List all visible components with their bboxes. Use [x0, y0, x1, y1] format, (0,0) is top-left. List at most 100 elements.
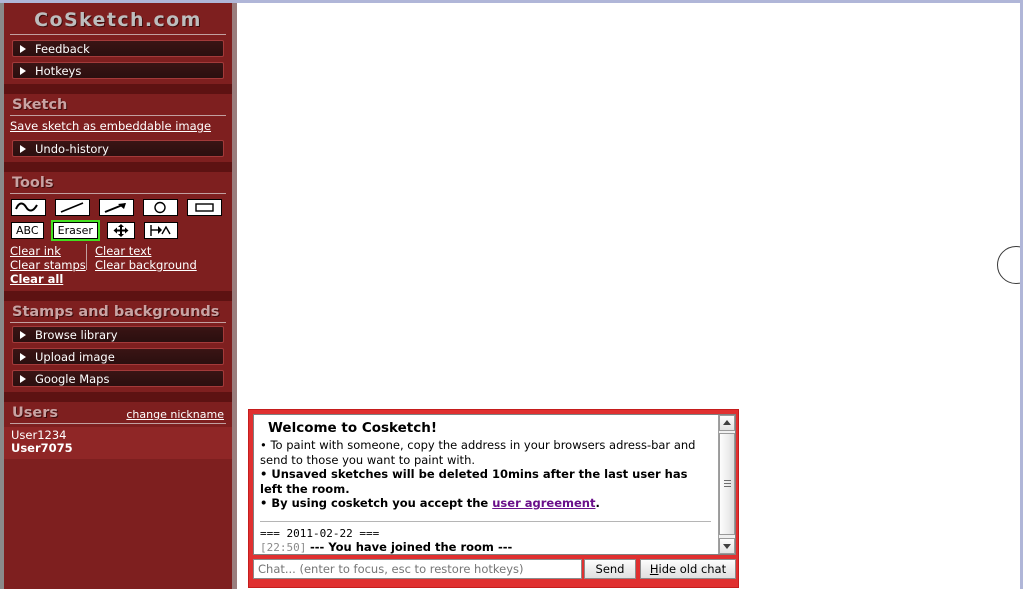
sidebar-item-feedback[interactable]: Feedback: [12, 40, 224, 57]
undo-history-button[interactable]: Undo-history: [12, 140, 224, 157]
grip-icon: [724, 480, 731, 487]
clear-links-divider: [86, 244, 87, 270]
agreement-prefix: • By using cosketch you accept the: [260, 496, 493, 510]
browse-library-button[interactable]: Browse library: [12, 326, 224, 343]
chat-timestamp: [22:50]: [260, 540, 307, 554]
section-spacer: [4, 84, 232, 94]
arrow-icon: [104, 203, 127, 213]
sidebar-item-label: Browse library: [35, 328, 118, 342]
circle-icon: [154, 201, 166, 214]
line-icon: [60, 202, 84, 213]
text-tool-button[interactable]: ABC: [11, 222, 44, 239]
dash-right: ---: [497, 539, 513, 554]
clear-background-link[interactable]: Clear background: [95, 258, 197, 272]
section-divider: [10, 193, 226, 194]
section-spacer: [4, 162, 232, 172]
section-divider: [10, 423, 226, 424]
agreement-suffix: .: [595, 496, 600, 510]
triangle-right-icon: [20, 353, 26, 361]
eraser-tool-button[interactable]: Eraser: [50, 220, 100, 241]
tool-row-shapes: [4, 197, 232, 218]
clear-stamps-link[interactable]: Clear stamps: [10, 258, 86, 272]
hide-old-chat-button[interactable]: Hide old chat: [640, 559, 736, 579]
users-list: User1234 User7075: [4, 427, 232, 459]
eraser-circle-cursor: [997, 246, 1020, 284]
freehand-tool-button[interactable]: [11, 199, 46, 216]
section-heading-stamps: Stamps and backgrounds: [12, 304, 220, 320]
hide-rest: ide old chat: [658, 562, 727, 576]
save-sketch-link[interactable]: Save sketch as embeddable image: [10, 119, 211, 133]
squiggle-icon: [15, 202, 38, 212]
triangle-right-icon: [20, 67, 26, 75]
chat-join-text: --- You have joined the room ---: [310, 540, 512, 554]
change-nickname-link[interactable]: change nickname: [126, 408, 224, 421]
clear-links-right: Clear text Clear background: [95, 244, 197, 272]
join-text: You have joined the room: [328, 539, 494, 554]
undo-history-label: Undo-history: [35, 142, 109, 156]
triangle-right-icon: [20, 145, 26, 153]
graph-icon: [150, 225, 171, 236]
chat-date-separator: === 2011-02-22 ===: [260, 526, 380, 540]
triangle-down-icon: [723, 544, 731, 549]
move-cross-icon: [113, 224, 129, 237]
google-maps-button[interactable]: Google Maps: [12, 370, 224, 387]
section-divider: [10, 115, 226, 116]
app-logo: CoSketch.com: [34, 9, 202, 31]
triangle-right-icon: [20, 375, 26, 383]
section-heading-sketch: Sketch: [12, 97, 68, 113]
chat-line: • Unsaved sketches will be deleted 10min…: [260, 467, 688, 496]
section-spacer: [4, 291, 232, 301]
arrow-tool-button[interactable]: [99, 199, 135, 216]
scroll-up-button[interactable]: [719, 415, 735, 431]
logo-divider: [10, 34, 226, 35]
sidebar-item-label: Feedback: [35, 42, 90, 56]
chat-input[interactable]: [253, 559, 582, 579]
sidebar-item-label: Hotkeys: [35, 64, 82, 78]
gap: [4, 133, 232, 140]
graph-tool-button[interactable]: [144, 222, 179, 239]
sidebar-item-label: Upload image: [35, 350, 115, 364]
text-tool-label: ABC: [16, 224, 39, 237]
clear-all-link[interactable]: Clear all: [10, 272, 63, 286]
clear-links-left: Clear ink Clear stamps: [10, 244, 86, 272]
list-item[interactable]: User7075: [11, 442, 232, 455]
clear-links-group: Clear ink Clear stamps Clear text Clear …: [4, 244, 232, 286]
triangle-up-icon: [723, 420, 731, 425]
sidebar: CoSketch.com Feedback Hotkeys Sketch Sav…: [0, 3, 237, 589]
eraser-tool-label: Eraser: [57, 224, 93, 237]
tool-row-misc: ABC Eraser: [4, 218, 232, 241]
clear-ink-link[interactable]: Clear ink: [10, 244, 61, 258]
sidebar-item-hotkeys[interactable]: Hotkeys: [12, 62, 224, 79]
section-heading-tools: Tools: [12, 175, 54, 191]
rectangle-tool-button[interactable]: [187, 199, 223, 216]
ellipse-tool-button[interactable]: [143, 199, 179, 216]
chat-divider: [260, 520, 711, 522]
user-agreement-link[interactable]: user agreement: [492, 496, 595, 510]
dash-left: ---: [310, 539, 325, 554]
hide-accel: H: [649, 562, 659, 576]
scrollbar-thumb[interactable]: [719, 433, 735, 535]
chat-join-message: [22:50] --- You have joined the room ---: [260, 540, 713, 554]
rectangle-icon: [195, 203, 215, 212]
save-sketch-row: Save sketch as embeddable image: [4, 119, 232, 133]
section-spacer: [4, 392, 232, 402]
send-button[interactable]: Send: [584, 559, 636, 579]
chat-log[interactable]: Welcome to Cosketch! • To paint with som…: [253, 414, 736, 555]
users-header: Users change nickname: [4, 402, 232, 422]
scroll-down-button[interactable]: [719, 538, 735, 554]
chat-log-content: Welcome to Cosketch! • To paint with som…: [254, 415, 718, 554]
triangle-right-icon: [20, 331, 26, 339]
line-tool-button[interactable]: [55, 199, 91, 216]
upload-image-button[interactable]: Upload image: [12, 348, 224, 365]
chat-scrollbar[interactable]: [718, 415, 735, 554]
app-window: CoSketch.com Feedback Hotkeys Sketch Sav…: [0, 0, 1023, 589]
clear-all-row: Clear all: [10, 272, 232, 286]
move-tool-button[interactable]: [106, 222, 135, 239]
sidebar-item-label: Google Maps: [35, 372, 110, 386]
chat-line: • To paint with someone, copy the addres…: [260, 438, 696, 467]
triangle-right-icon: [20, 45, 26, 53]
chat-input-row: Send Hide old chat: [253, 559, 736, 579]
chat-line-agreement: • By using cosketch you accept the user …: [260, 496, 713, 511]
clear-text-link[interactable]: Clear text: [95, 244, 151, 258]
chat-welcome-title: Welcome to Cosketch!: [268, 420, 438, 436]
